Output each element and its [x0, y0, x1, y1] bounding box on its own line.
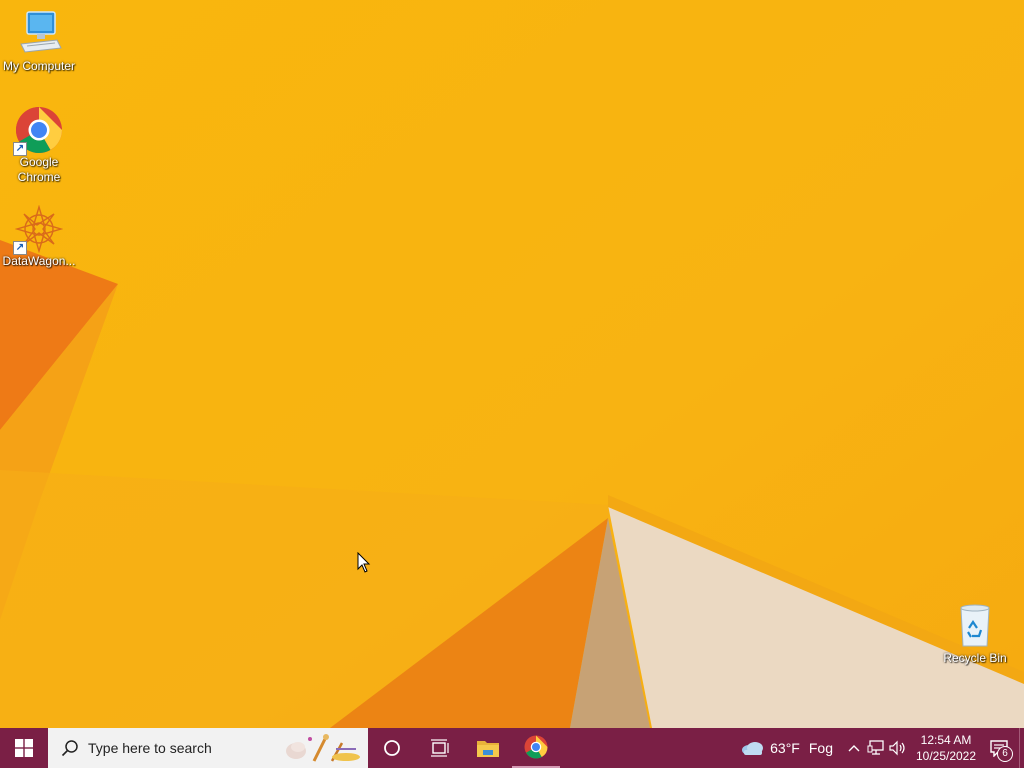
- weather-temperature: 63°F: [770, 740, 800, 756]
- cortana-icon: [384, 740, 400, 756]
- chrome-icon: ↗: [13, 106, 63, 156]
- search-placeholder: Type here to search: [88, 740, 212, 756]
- mouse-cursor-icon: [357, 552, 371, 573]
- taskbar: Type here to search 63°F Fog 12:54 AM 10…: [0, 728, 1024, 768]
- desktop-icon-recycle-bin[interactable]: Recycle Bin: [936, 602, 1014, 666]
- desktop-icon-datawagon[interactable]: ↗ DataWagon...: [0, 204, 78, 269]
- shortcut-arrow-icon: ↗: [13, 142, 27, 156]
- start-button[interactable]: [0, 728, 48, 768]
- show-desktop-button[interactable]: [1019, 728, 1024, 768]
- task-view-icon: [431, 739, 449, 757]
- file-explorer-icon: [477, 741, 499, 757]
- search-highlight-illustration-icon: [286, 734, 360, 762]
- show-hidden-icons-button[interactable]: [843, 728, 865, 768]
- clock-time: 12:54 AM: [920, 733, 972, 747]
- speaker-icon: [889, 740, 905, 756]
- task-view-button[interactable]: [416, 728, 464, 768]
- computer-icon: [15, 10, 63, 58]
- search-box[interactable]: Type here to search: [48, 728, 368, 768]
- chevron-up-icon: [848, 745, 860, 752]
- cortana-button[interactable]: [368, 728, 416, 768]
- desktop-icon-label: Recycle Bin: [943, 651, 1007, 665]
- chrome-icon: [524, 735, 548, 759]
- weather-condition: Fog: [808, 740, 833, 756]
- windows-logo-icon: [15, 739, 33, 757]
- clock-date: 10/25/2022: [915, 749, 977, 763]
- network-icon: [867, 740, 884, 755]
- desktop-icon-label: Chrome: [17, 170, 61, 184]
- wallpaper: [0, 0, 1024, 728]
- desktop-icon-my-computer[interactable]: My Computer: [0, 10, 78, 74]
- recycle-bin-icon: [951, 602, 999, 650]
- chrome-taskbar-button[interactable]: [512, 728, 560, 768]
- desktop-icon-label: My Computer: [2, 59, 76, 73]
- cloud-icon: [742, 742, 764, 755]
- weather-widget[interactable]: 63°F Fog: [740, 740, 833, 756]
- datawagon-icon: ↗: [13, 204, 64, 255]
- desktop-icon-google-chrome[interactable]: ↗ Google Chrome: [0, 106, 78, 185]
- shortcut-arrow-icon: ↗: [13, 241, 27, 255]
- network-button[interactable]: [865, 728, 887, 768]
- clock[interactable]: 12:54 AM 10/25/2022: [913, 732, 979, 764]
- volume-button[interactable]: [887, 728, 909, 768]
- desktop-icon-label: DataWagon...: [2, 254, 76, 268]
- desktop-icon-label: Google: [19, 155, 59, 169]
- desktop: My Computer ↗ Google Chrome ↗ DataWagon.…: [0, 0, 1024, 728]
- search-icon: [61, 740, 78, 757]
- notification-count-badge: 6: [997, 746, 1013, 762]
- action-center-button[interactable]: 6: [979, 728, 1019, 768]
- file-explorer-button[interactable]: [464, 728, 512, 768]
- system-tray: 63°F Fog 12:54 AM 10/25/2022 6: [740, 728, 1024, 768]
